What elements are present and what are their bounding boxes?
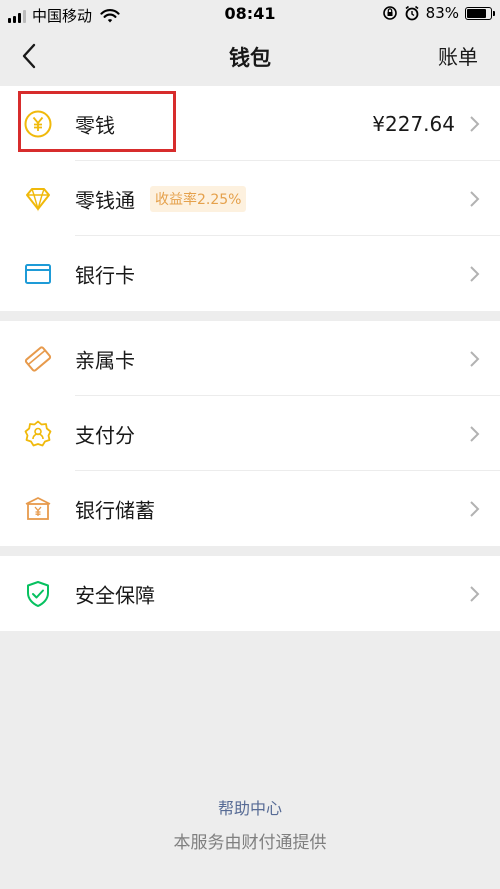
chevron-right-icon (470, 500, 480, 517)
chevron-right-icon (470, 425, 480, 442)
family-card-icon (22, 343, 54, 375)
bank-savings-icon (22, 493, 54, 525)
chevron-right-icon (470, 265, 480, 282)
bank-savings-row[interactable]: 银行储蓄 (0, 471, 500, 546)
wallet-screen: 中国移动 08:41 83% 钱包 账单 零钱 ¥227.64 零钱通 收益率2… (0, 0, 500, 889)
battery-percent: 83% (425, 4, 459, 22)
security-row[interactable]: 安全保障 (0, 556, 500, 631)
battery-icon (465, 6, 495, 20)
chevron-right-icon (470, 350, 480, 367)
bill-button[interactable]: 账单 (438, 41, 478, 70)
security-label: 安全保障 (75, 583, 155, 607)
battery-fill (467, 8, 487, 18)
change-plus-row[interactable]: 零钱通 收益率2.25% (0, 161, 500, 236)
orientation-lock-icon (382, 6, 397, 20)
page-title: 钱包 (229, 46, 271, 70)
status-bar: 中国移动 08:41 83% (0, 0, 500, 28)
bank-card-icon (22, 258, 54, 290)
bank-card-label: 银行卡 (75, 263, 135, 287)
chevron-right-icon (470, 115, 480, 132)
diamond-icon (22, 183, 54, 215)
security-shield-icon (22, 578, 54, 610)
yield-rate-badge: 收益率2.25% (150, 185, 247, 212)
wallet-group-security: 安全保障 (0, 556, 500, 631)
status-right: 83% (382, 4, 495, 22)
pay-score-icon (22, 418, 54, 450)
family-card-row[interactable]: 亲属卡 (0, 321, 500, 396)
help-center-link[interactable]: 帮助中心 (0, 795, 500, 819)
highlight-box (18, 91, 176, 152)
family-card-label: 亲属卡 (75, 348, 135, 372)
bank-savings-label: 银行储蓄 (75, 498, 155, 522)
provider-text: 本服务由财付通提供 (173, 833, 327, 853)
chevron-right-icon (470, 585, 480, 602)
pay-score-row[interactable]: 支付分 (0, 396, 500, 471)
change-plus-label: 零钱通 (75, 188, 135, 212)
pay-score-label: 支付分 (75, 423, 135, 447)
wallet-group-services: 亲属卡 支付分 银行储蓄 (0, 321, 500, 546)
change-balance: ¥227.64 (372, 111, 455, 136)
navigation-bar: 钱包 账单 (0, 28, 500, 84)
bank-card-row[interactable]: 银行卡 (0, 236, 500, 311)
alarm-icon (405, 5, 419, 21)
chevron-right-icon (470, 190, 480, 207)
